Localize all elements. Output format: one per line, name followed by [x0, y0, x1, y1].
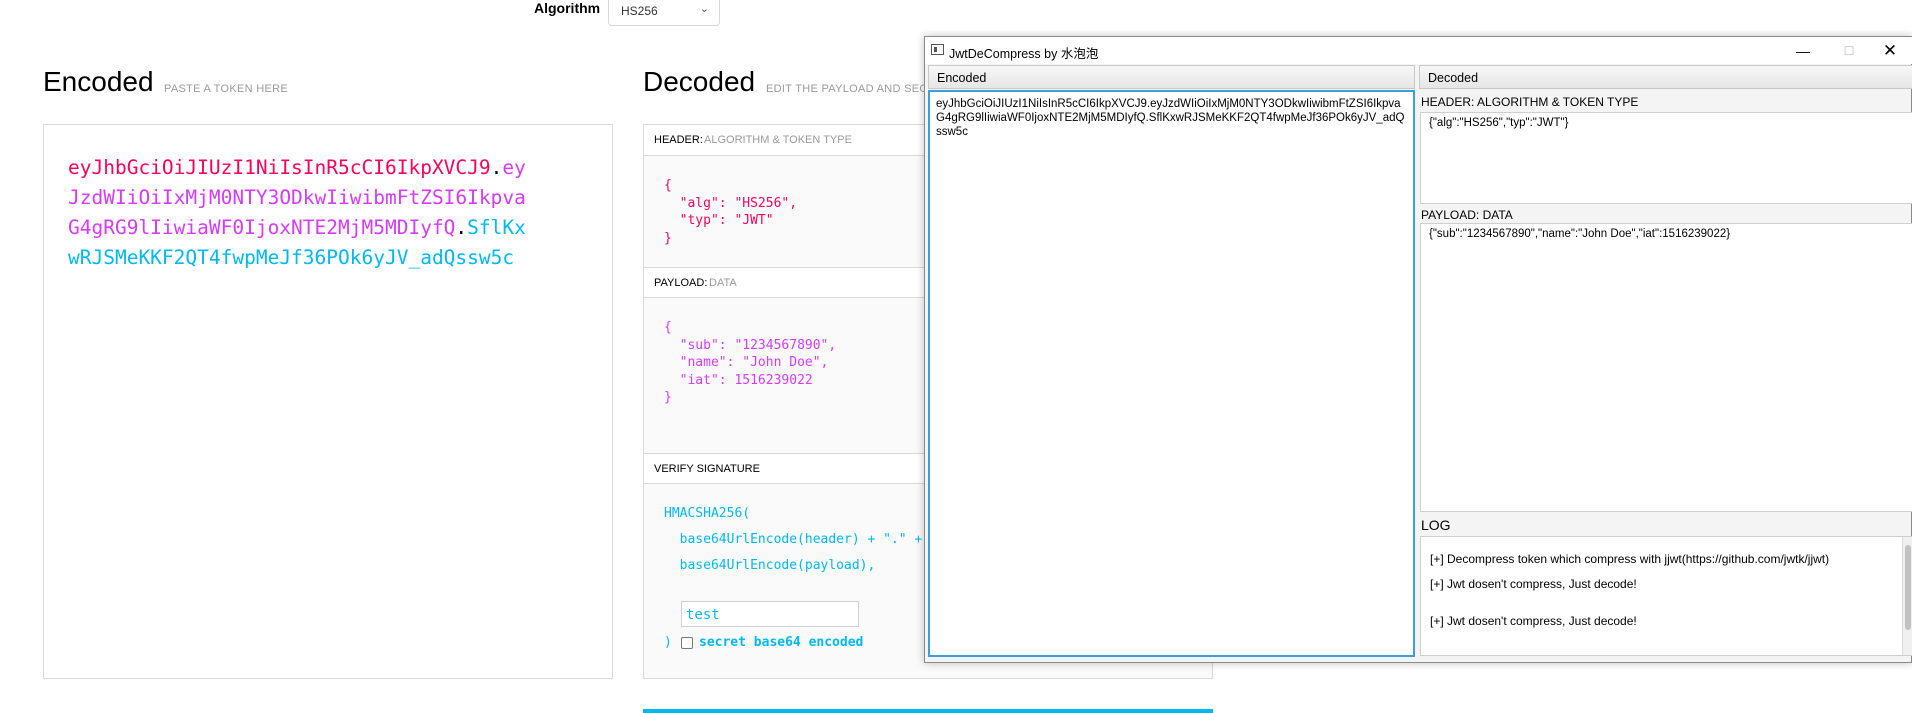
secret-value: test	[686, 607, 720, 623]
log-scrollbar-thumb[interactable]	[1905, 545, 1911, 630]
token-line: G4gRG9lIiwiaWF0IjoxNTE2MjM5MDIyfQ.SflKx	[68, 213, 568, 243]
algorithm-label: Algorithm	[534, 0, 601, 16]
window-payload-value: {"sub":"1234567890","name":"John Doe","i…	[1429, 228, 1731, 240]
json-line: "sub": "1234567890",	[664, 337, 837, 353]
token-segment: G4gRG9lIiwiaWF0IjoxNTE2MjM5MDIyfQ	[68, 216, 456, 239]
token-line: eyJhbGciOiJIUzI1NiIsInR5cCI6IkpXVCJ9.ey	[68, 153, 568, 183]
payload-section-key: PAYLOAD:	[654, 277, 708, 289]
window-payload-label: PAYLOAD: DATA	[1421, 208, 1513, 222]
window-title: JwtDeCompress by 水泡泡	[949, 47, 1099, 61]
decoded-pane-header: Decoded	[1419, 65, 1912, 89]
json-token: "1234567890"	[734, 337, 829, 353]
window-header-textarea[interactable]: {"alg":"HS256","typ":"JWT"}	[1420, 112, 1912, 204]
json-token: :	[718, 372, 735, 388]
json-line: "typ": "JWT"	[664, 213, 774, 228]
payload-section-desc: DATA	[709, 277, 737, 289]
json-token: ,	[828, 337, 837, 353]
encoded-title: Encoded	[43, 66, 154, 97]
json-token: 1516239022	[734, 372, 813, 388]
encoded-textarea[interactable]: eyJhbGciOiJIUzI1NiIsInR5cCI6IkpXVCJ9.eyJ…	[928, 90, 1415, 657]
json-line: {	[664, 320, 672, 335]
token-segment: wRJSMeKKF2QT4fwpMeJf36POk6yJV_adQssw5c	[68, 246, 515, 269]
json-token: ,	[820, 355, 829, 370]
signature-status-bar	[643, 709, 1213, 713]
log-label: LOG	[1421, 517, 1451, 533]
token-segment: ey	[502, 156, 526, 179]
json-token: ,	[789, 195, 798, 211]
base64-checkbox[interactable]	[681, 637, 693, 649]
decoded-pane-label: Decoded	[1428, 71, 1479, 85]
window-payload-textarea[interactable]: {"sub":"1234567890","name":"John Doe","i…	[1420, 223, 1912, 512]
json-token: :	[718, 213, 735, 228]
token-segment: SflKx	[467, 216, 526, 239]
decoded-title: Decoded	[643, 66, 756, 97]
window-header-label: HEADER: ALGORITHM & TOKEN TYPE	[1421, 95, 1639, 109]
json-token: "sub"	[664, 337, 719, 353]
jwtdecompress-window: JwtDeCompress by 水泡泡 — ☐ ✕ Encoded eyJhb…	[924, 36, 1912, 663]
chevron-down-icon: ⌄	[699, 3, 709, 15]
json-line: }	[664, 231, 672, 246]
token-line: JzdWIiOiIxMjM0NTY3ODkwIiwibmFtZSI6Ikpva	[68, 183, 568, 213]
json-token: "iat"	[664, 372, 719, 388]
header-section-desc: ALGORITHM & TOKEN TYPE	[704, 134, 852, 146]
decoded-subtitle: EDIT THE PAYLOAD AND SECRET	[766, 83, 926, 95]
json-token: }	[664, 230, 672, 246]
close-icon[interactable]: ✕	[1867, 39, 1912, 63]
header-section-key: HEADER:	[654, 134, 703, 146]
token-segment: JzdWIiOiIxMjM0NTY3ODkwIiwibmFtZSI6Ikpva	[68, 186, 526, 209]
log-line: [+] Jwt dosen't compress, Just decode!	[1430, 614, 1637, 628]
verify-close-paren: )	[664, 635, 672, 650]
encoded-token-text: eyJhbGciOiJIUzI1NiIsInR5cCI6IkpXVCJ9.ey J…	[68, 153, 568, 273]
json-token: :	[718, 337, 735, 353]
json-token: "alg"	[664, 195, 719, 211]
json-line: "name": "John Doe",	[664, 355, 829, 370]
algorithm-select[interactable]: HS256 ⌄	[608, 0, 720, 26]
json-token: "HS256"	[734, 195, 790, 211]
token-segment: .	[490, 156, 503, 179]
app-window-icon	[931, 44, 944, 55]
window-header-value: {"alg":"HS256","typ":"JWT"}	[1429, 117, 1569, 129]
json-line: "iat": 1516239022	[664, 373, 813, 388]
encoded-subtitle: PASTE A TOKEN HERE	[164, 83, 288, 95]
encoded-pane-label: Encoded	[937, 71, 987, 85]
secret-input[interactable]: test	[681, 601, 859, 627]
log-textarea[interactable]: [+] Decompress token which compress with…	[1420, 536, 1912, 656]
json-token: "JWT"	[734, 213, 774, 228]
maximize-icon[interactable]: ☐	[1826, 39, 1872, 63]
json-token: "name"	[664, 355, 727, 370]
algorithm-value: HS256	[621, 4, 658, 18]
log-line: [+] Jwt dosen't compress, Just decode!	[1430, 577, 1637, 591]
base64-checkbox-label: secret base64 encoded	[699, 635, 864, 650]
log-scrollbar[interactable]	[1902, 537, 1912, 655]
verify-code-line: HMACSHA256(	[664, 506, 751, 521]
minimize-icon[interactable]: —	[1780, 39, 1826, 63]
json-token: :	[726, 355, 743, 370]
token-line: wRJSMeKKF2QT4fwpMeJf36POk6yJV_adQssw5c	[68, 243, 568, 273]
json-line: "alg": "HS256",	[664, 196, 797, 211]
encoded-pane-header: Encoded	[928, 65, 1415, 89]
encoded-token-editor[interactable]: eyJhbGciOiJIUzI1NiIsInR5cCI6IkpXVCJ9.ey J…	[43, 124, 613, 679]
json-token: {	[664, 178, 672, 193]
token-segment: eyJhbGciOiJIUzI1NiIsInR5cCI6IkpXVCJ9	[68, 156, 491, 179]
json-token: :	[718, 195, 735, 211]
verify-code-line: base64UrlEncode(header) + "." +	[664, 532, 923, 547]
verify-section-key: VERIFY SIGNATURE	[654, 463, 760, 475]
encoded-textarea-value: eyJhbGciOiJIUzI1NiIsInR5cCI6IkpXVCJ9.eyJ…	[936, 98, 1405, 138]
json-token: {	[664, 320, 672, 335]
json-line: {	[664, 178, 672, 193]
token-segment: .	[455, 216, 468, 239]
json-line: }	[664, 390, 672, 405]
json-token: "John Doe"	[742, 355, 821, 370]
verify-code-line: base64UrlEncode(payload),	[664, 558, 876, 573]
window-titlebar[interactable]: JwtDeCompress by 水泡泡 — ☐ ✕	[925, 37, 1912, 64]
log-line: [+] Decompress token which compress with…	[1430, 552, 1830, 566]
json-token: }	[664, 390, 672, 405]
json-token: "typ"	[664, 213, 719, 228]
